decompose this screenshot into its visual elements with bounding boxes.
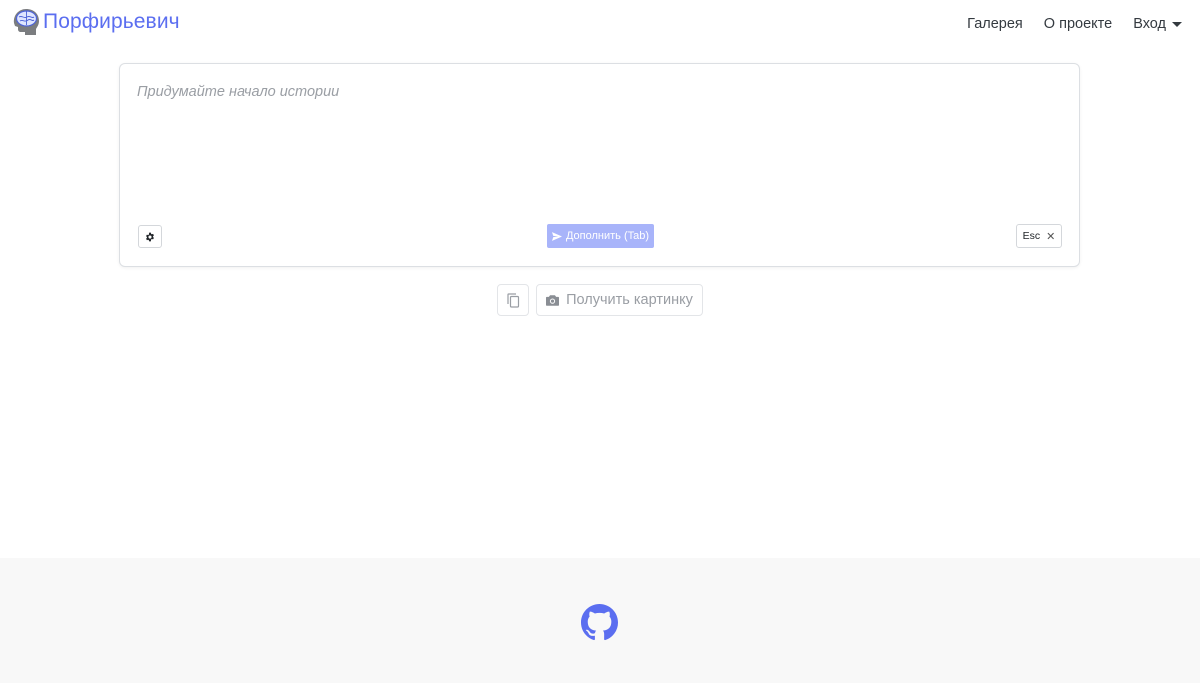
github-icon[interactable] <box>581 604 618 641</box>
brain-head-icon <box>13 9 39 35</box>
get-image-button[interactable]: Получить картинку <box>536 284 703 316</box>
complete-button[interactable]: Дополнить (Tab) <box>547 224 654 248</box>
navbar: Порфирьевич Галерея О проекте Вход <box>0 0 1200 48</box>
camera-icon <box>546 294 560 306</box>
nav-login-label: Вход <box>1133 16 1166 32</box>
gear-icon <box>146 232 154 241</box>
nav-links: Галерея О проекте Вход <box>946 14 1182 34</box>
complete-label: Дополнить (Tab) <box>565 230 650 242</box>
settings-button[interactable] <box>138 225 162 248</box>
brand-name: Порфирьевич <box>43 10 180 33</box>
nav-about-link[interactable]: О проекте <box>1044 14 1112 34</box>
story-editor-card: Дополнить (Tab) Esc ✕ <box>119 63 1080 267</box>
story-input[interactable] <box>137 84 1057 204</box>
copy-icon <box>506 292 519 308</box>
get-image-label: Получить картинку <box>566 292 693 308</box>
nav-login-dropdown[interactable]: Вход <box>1133 14 1182 34</box>
clear-button[interactable]: Esc ✕ <box>1016 224 1062 248</box>
nav-gallery-link[interactable]: Галерея <box>967 14 1023 34</box>
send-icon <box>551 231 562 241</box>
copy-button[interactable] <box>497 284 529 316</box>
brand-link[interactable]: Порфирьевич <box>10 6 180 38</box>
close-icon: ✕ <box>1046 230 1056 243</box>
caret-down-icon <box>1172 22 1182 27</box>
footer <box>0 558 1200 683</box>
esc-label: Esc <box>1022 230 1041 242</box>
